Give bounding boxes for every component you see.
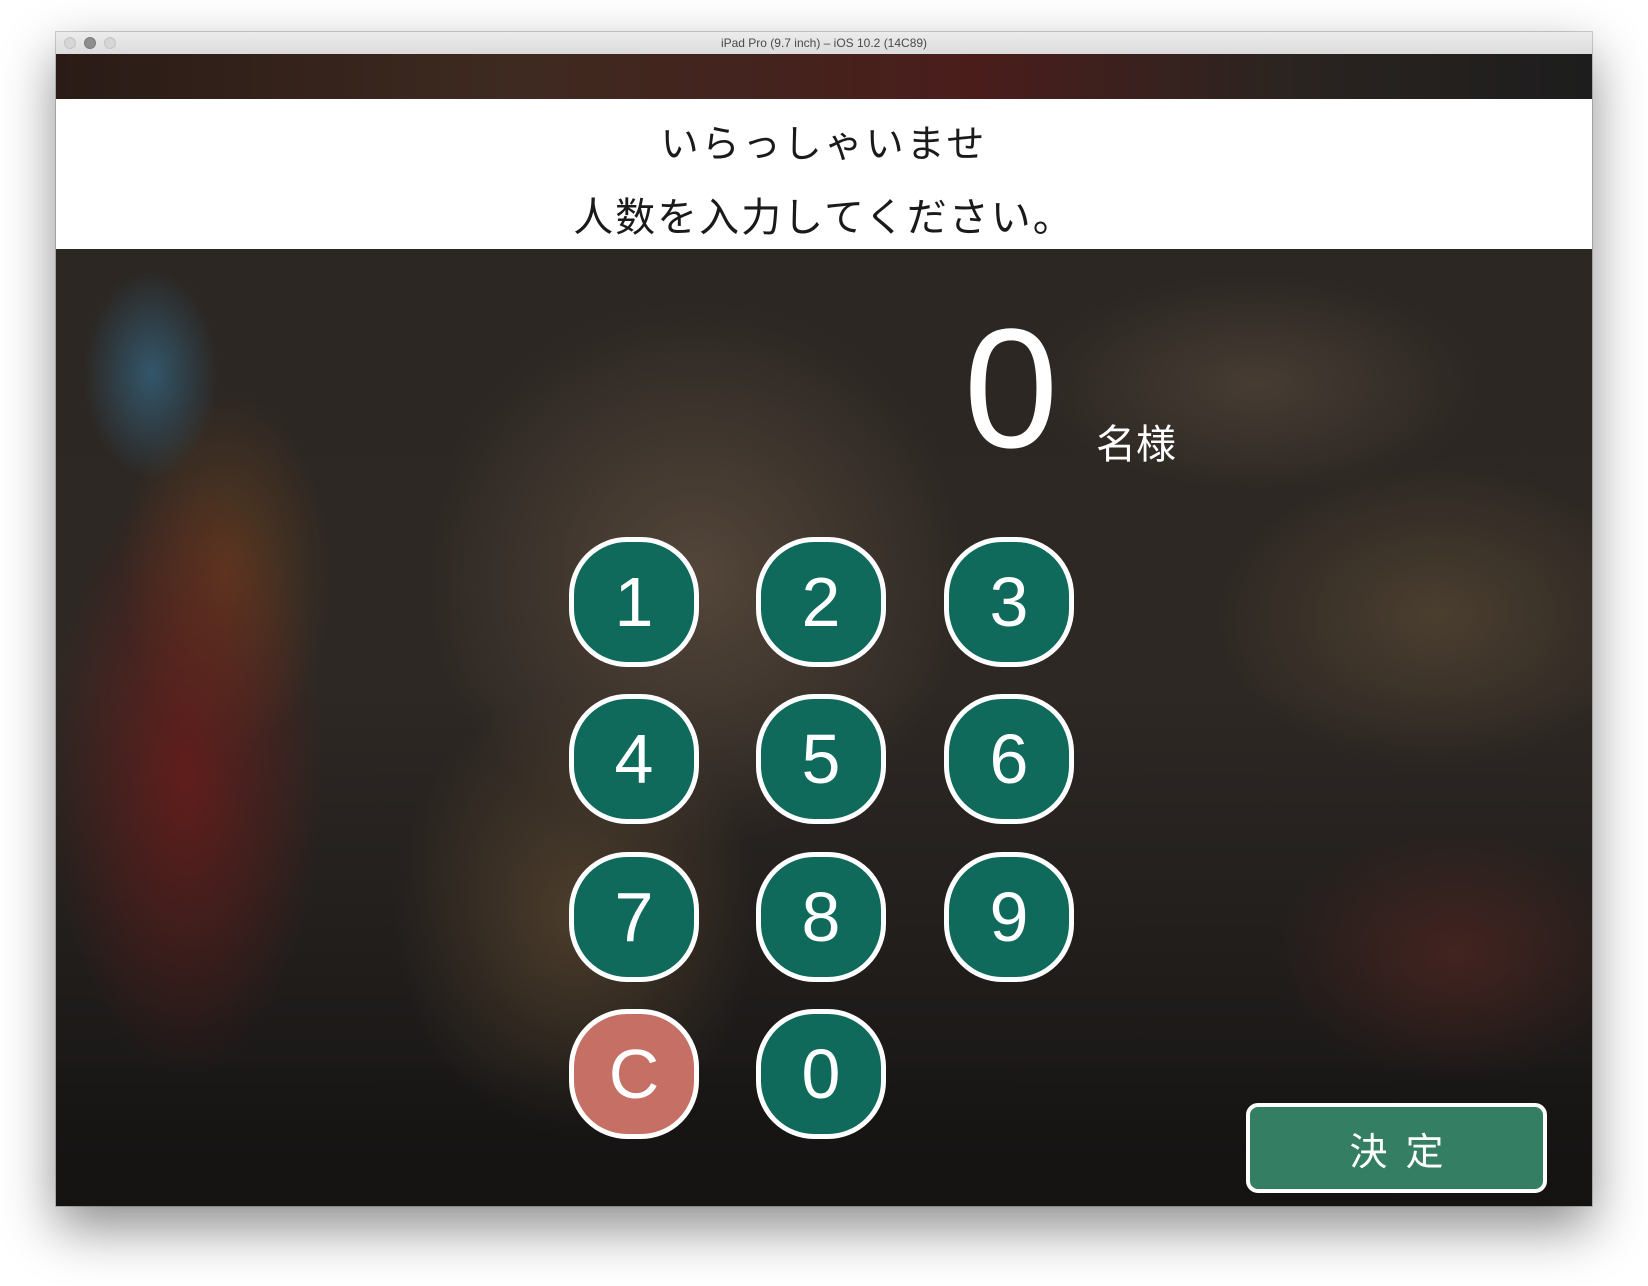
keypad-0-button[interactable]: 0 — [756, 1009, 886, 1139]
confirm-button[interactable]: 決定 — [1246, 1103, 1547, 1193]
keypad-8-button[interactable]: 8 — [756, 852, 886, 982]
keypad-3-button[interactable]: 3 — [944, 537, 1074, 667]
background-top-strip — [56, 54, 1592, 99]
keypad-7-button[interactable]: 7 — [569, 852, 699, 982]
greeting-banner: いらっしゃいませ 人数を入力してください。 — [56, 99, 1592, 249]
guest-unit-label: 名様 — [1096, 422, 1176, 468]
window-title: iPad Pro (9.7 inch) – iOS 10.2 (14C89) — [720, 36, 928, 50]
simulator-window: iPad Pro (9.7 inch) – iOS 10.2 (14C89) い… — [56, 32, 1592, 1206]
title-bar[interactable]: iPad Pro (9.7 inch) – iOS 10.2 (14C89) — [56, 32, 1592, 55]
keypad-6-button[interactable]: 6 — [944, 694, 1074, 824]
app-screen: いらっしゃいませ 人数を入力してください。 0 名様 1 2 3 4 5 6 7… — [56, 54, 1592, 1206]
keypad-4-button[interactable]: 4 — [569, 694, 699, 824]
welcome-text: いらっしゃいませ — [660, 122, 988, 166]
keypad-2-button[interactable]: 2 — [756, 537, 886, 667]
keypad-clear-button[interactable]: C — [569, 1009, 699, 1139]
instruction-text: 人数を入力してください。 — [573, 195, 1075, 241]
keypad-1-button[interactable]: 1 — [569, 537, 699, 667]
keypad-5-button[interactable]: 5 — [756, 694, 886, 824]
guest-count-display: 0 — [963, 294, 1059, 484]
keypad-9-button[interactable]: 9 — [944, 852, 1074, 982]
